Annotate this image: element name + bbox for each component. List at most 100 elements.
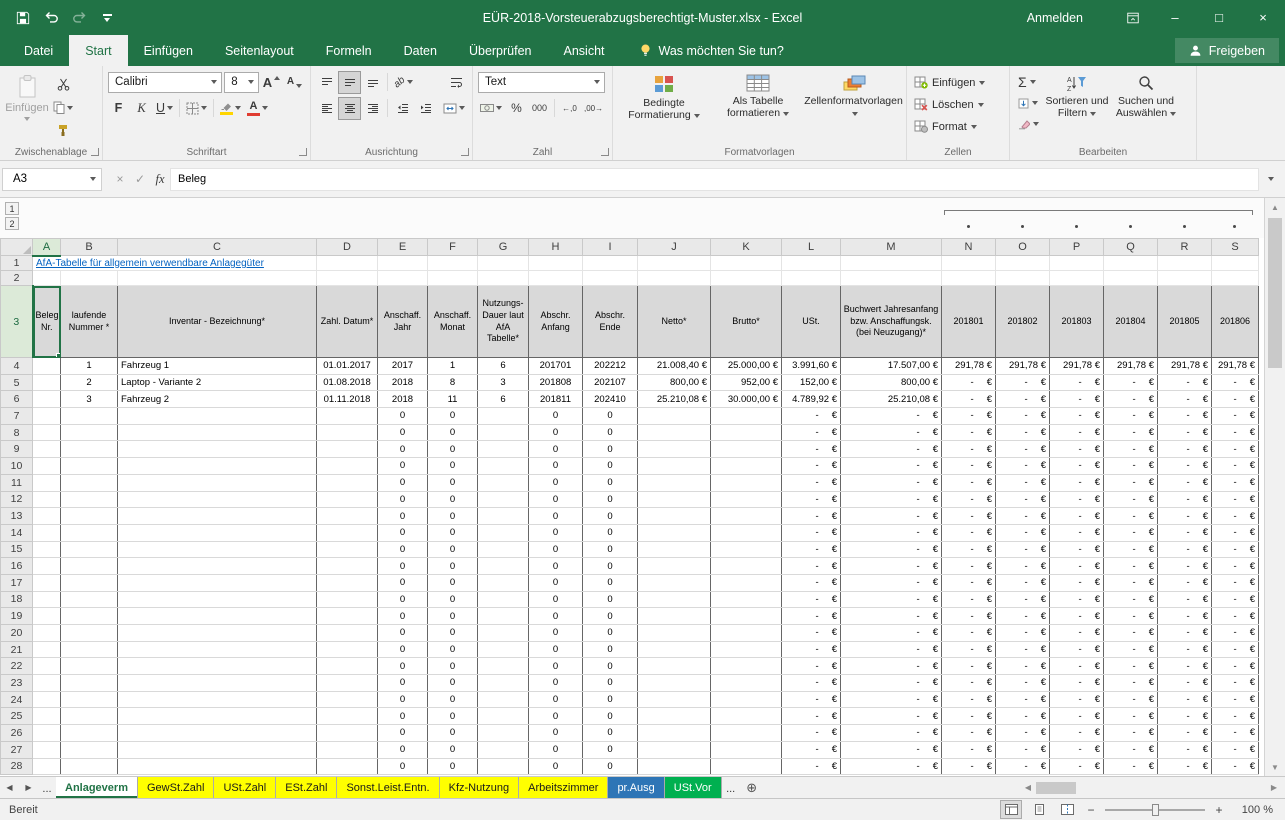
cell-P17[interactable]: -€	[1050, 574, 1104, 591]
cell-A8[interactable]	[33, 424, 61, 441]
cell-N28[interactable]: -€	[942, 758, 996, 775]
cell-D6[interactable]: 01.11.2018	[317, 391, 378, 408]
cell-O19[interactable]: -€	[996, 608, 1050, 625]
cell-P1[interactable]	[1050, 256, 1104, 271]
row-header-8[interactable]: 8	[1, 424, 33, 441]
cell-C20[interactable]	[118, 625, 317, 642]
normal-view-button[interactable]	[1001, 801, 1021, 818]
cell-M7[interactable]: -€	[841, 408, 942, 425]
cell-P25[interactable]: -€	[1050, 708, 1104, 725]
format-cells-button[interactable]: Format	[910, 116, 1006, 137]
cell-P4[interactable]: 291,78 €	[1050, 358, 1104, 375]
cell-C5[interactable]: Laptop - Variante 2	[118, 374, 317, 391]
cell-O17[interactable]: -€	[996, 574, 1050, 591]
cell-S10[interactable]: -€	[1212, 458, 1259, 475]
ribbon-tab-überprüfen[interactable]: Überprüfen	[453, 35, 548, 66]
cell-N1[interactable]	[942, 256, 996, 271]
ribbon-tab-daten[interactable]: Daten	[388, 35, 453, 66]
cell-J10[interactable]	[638, 458, 711, 475]
row-header-14[interactable]: 14	[1, 524, 33, 541]
column-header-K[interactable]: K	[711, 239, 782, 256]
page-layout-view-button[interactable]	[1029, 801, 1049, 818]
cell-S17[interactable]: -€	[1212, 574, 1259, 591]
cell-B8[interactable]	[61, 424, 118, 441]
cell-M13[interactable]: -€	[841, 508, 942, 525]
cell-D9[interactable]	[317, 441, 378, 458]
cell-R21[interactable]: -€	[1158, 641, 1212, 658]
cell-I5[interactable]: 202107	[583, 374, 638, 391]
cell-G16[interactable]	[478, 558, 529, 575]
cell-K9[interactable]	[711, 441, 782, 458]
cell-M6[interactable]: 25.210,08 €	[841, 391, 942, 408]
cell-F12[interactable]: 0	[428, 491, 478, 508]
cell-Q26[interactable]: -€	[1104, 725, 1158, 742]
cell-L16[interactable]: -€	[782, 558, 841, 575]
row-header-19[interactable]: 19	[1, 608, 33, 625]
cell-A17[interactable]	[33, 574, 61, 591]
cell-P11[interactable]: -€	[1050, 474, 1104, 491]
cell-B15[interactable]	[61, 541, 118, 558]
cell-M22[interactable]: -€	[841, 658, 942, 675]
enter-button[interactable]: ✓	[130, 168, 150, 191]
cell-E5[interactable]: 2018	[378, 374, 428, 391]
cell-I4[interactable]: 202212	[583, 358, 638, 375]
cell-M5[interactable]: 800,00 €	[841, 374, 942, 391]
cell-Q6[interactable]: -€	[1104, 391, 1158, 408]
cell-L14[interactable]: -€	[782, 524, 841, 541]
cell-B7[interactable]	[61, 408, 118, 425]
cell-H28[interactable]: 0	[529, 758, 583, 775]
cell-S4[interactable]: 291,78 €	[1212, 358, 1259, 375]
cell-F23[interactable]: 0	[428, 675, 478, 692]
fill-button[interactable]	[1015, 93, 1042, 113]
sheet-nav-right[interactable]: ▶	[19, 777, 38, 798]
cell-Q27[interactable]: -€	[1104, 741, 1158, 758]
cell-R8[interactable]: -€	[1158, 424, 1212, 441]
cell-C2[interactable]	[118, 271, 317, 286]
cell-D13[interactable]	[317, 508, 378, 525]
cell-R27[interactable]: -€	[1158, 741, 1212, 758]
cell-D5[interactable]: 01.08.2018	[317, 374, 378, 391]
cell-L26[interactable]: -€	[782, 725, 841, 742]
cell-I14[interactable]: 0	[583, 524, 638, 541]
cell-H27[interactable]: 0	[529, 741, 583, 758]
cell-D22[interactable]	[317, 658, 378, 675]
cell-E1[interactable]	[378, 256, 428, 271]
cell-M27[interactable]: -€	[841, 741, 942, 758]
cell-B27[interactable]	[61, 741, 118, 758]
cell-E12[interactable]: 0	[378, 491, 428, 508]
cell-G17[interactable]	[478, 574, 529, 591]
cell-B14[interactable]	[61, 524, 118, 541]
find-select-button[interactable]: Suchen und Auswählen	[1110, 69, 1182, 143]
cell-M23[interactable]: -€	[841, 675, 942, 692]
cell-K21[interactable]	[711, 641, 782, 658]
cell-L2[interactable]	[782, 271, 841, 286]
cell-F28[interactable]: 0	[428, 758, 478, 775]
cell-D25[interactable]	[317, 708, 378, 725]
cell-L23[interactable]: -€	[782, 675, 841, 692]
column-header-F[interactable]: F	[428, 239, 478, 256]
customize-qat-button[interactable]	[94, 5, 120, 31]
cell-H19[interactable]: 0	[529, 608, 583, 625]
cell-I24[interactable]: 0	[583, 691, 638, 708]
cell-D8[interactable]	[317, 424, 378, 441]
cell-A9[interactable]	[33, 441, 61, 458]
cell-E26[interactable]: 0	[378, 725, 428, 742]
cell-J22[interactable]	[638, 658, 711, 675]
cell-G15[interactable]	[478, 541, 529, 558]
cell-G11[interactable]	[478, 474, 529, 491]
save-button[interactable]	[10, 5, 36, 31]
cell-H11[interactable]: 0	[529, 474, 583, 491]
column-header-I[interactable]: I	[583, 239, 638, 256]
cell-M20[interactable]: -€	[841, 625, 942, 642]
cell-P23[interactable]: -€	[1050, 675, 1104, 692]
outline-dot[interactable]	[1129, 225, 1132, 228]
column-header-L[interactable]: L	[782, 239, 841, 256]
cell-F6[interactable]: 11	[428, 391, 478, 408]
cell-G21[interactable]	[478, 641, 529, 658]
outline-dot[interactable]	[1233, 225, 1236, 228]
alignment-dialog-launcher[interactable]	[461, 148, 469, 156]
zoom-slider-thumb[interactable]	[1152, 804, 1159, 816]
cell-F24[interactable]: 0	[428, 691, 478, 708]
cell-F8[interactable]: 0	[428, 424, 478, 441]
align-top-button[interactable]	[316, 72, 337, 93]
